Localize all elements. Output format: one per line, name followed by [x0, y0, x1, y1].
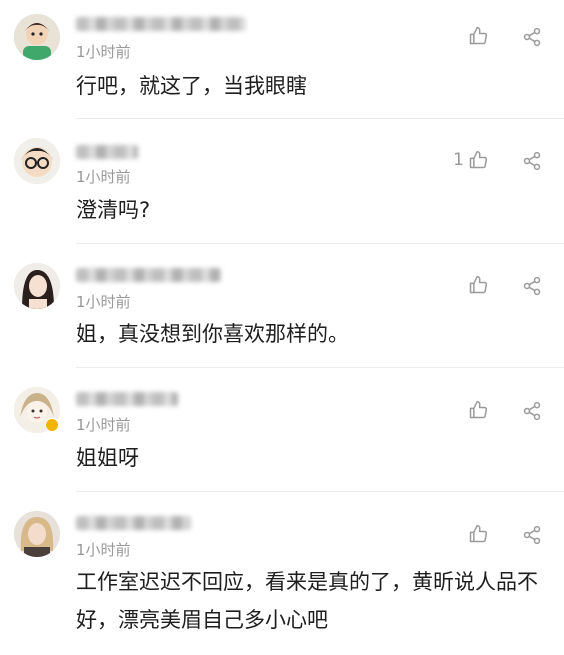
- thumbs-up-icon: [469, 524, 488, 543]
- comment-item: 1小时前 工作室迟迟不回应，看来是真的了，黄昕说人品不好，漂亮美眉自己多小心吧: [0, 497, 564, 655]
- like-button[interactable]: [464, 26, 488, 46]
- divider: [76, 367, 564, 368]
- comment-timestamp: 1小时前: [76, 168, 131, 186]
- comment-item: 1小时前 姐，真没想到你喜欢那样的。: [0, 249, 564, 367]
- comment-timestamp: 1小时前: [76, 541, 131, 559]
- share-button[interactable]: [522, 151, 542, 171]
- divider: [76, 491, 564, 492]
- comment-text: 姐姐呀: [76, 446, 139, 470]
- avatar[interactable]: [14, 14, 60, 60]
- share-icon: [523, 276, 541, 296]
- comment-text: 工作室迟迟不回应，看来是真的了，黄昕说人品不好，漂亮美眉自己多小心吧: [76, 570, 538, 632]
- divider: [76, 243, 564, 244]
- comment-text: 姐，真没想到你喜欢那样的。: [76, 322, 349, 346]
- share-icon: [523, 401, 541, 421]
- thumbs-up-icon: [469, 400, 488, 419]
- username-blurred[interactable]: [76, 392, 178, 406]
- like-button[interactable]: [464, 524, 488, 544]
- comment-item: 1小时前 1 澄清吗?: [0, 124, 564, 242]
- share-icon: [523, 151, 541, 171]
- thumbs-up-icon: [469, 150, 488, 169]
- username-blurred[interactable]: [76, 17, 246, 31]
- share-button[interactable]: [522, 525, 542, 545]
- comment-text: 澄清吗?: [76, 198, 151, 222]
- comment-timestamp: 1小时前: [76, 43, 131, 61]
- like-button[interactable]: [464, 275, 488, 295]
- thumbs-up-icon: [469, 275, 488, 294]
- avatar[interactable]: [14, 138, 60, 184]
- share-icon: [523, 525, 541, 545]
- share-icon: [523, 27, 541, 47]
- like-button[interactable]: 1: [453, 150, 488, 170]
- share-button[interactable]: [522, 401, 542, 421]
- comment-item: 1小时前 姐姐呀: [0, 373, 564, 491]
- username-blurred[interactable]: [76, 145, 138, 159]
- comment-item: 1小时前 行吧，就这了，当我眼瞎: [0, 0, 564, 118]
- divider: [76, 118, 564, 119]
- like-button[interactable]: [464, 400, 488, 420]
- avatar[interactable]: [14, 511, 60, 557]
- verified-badge-icon: [45, 418, 59, 432]
- comment-timestamp: 1小时前: [76, 293, 131, 311]
- username-blurred[interactable]: [76, 268, 221, 282]
- username-blurred[interactable]: [76, 516, 191, 530]
- comment-text: 行吧，就这了，当我眼瞎: [76, 74, 307, 98]
- thumbs-up-icon: [469, 26, 488, 45]
- share-button[interactable]: [522, 27, 542, 47]
- share-button[interactable]: [522, 276, 542, 296]
- like-count: 1: [453, 150, 464, 170]
- avatar[interactable]: [14, 263, 60, 309]
- comment-timestamp: 1小时前: [76, 416, 131, 434]
